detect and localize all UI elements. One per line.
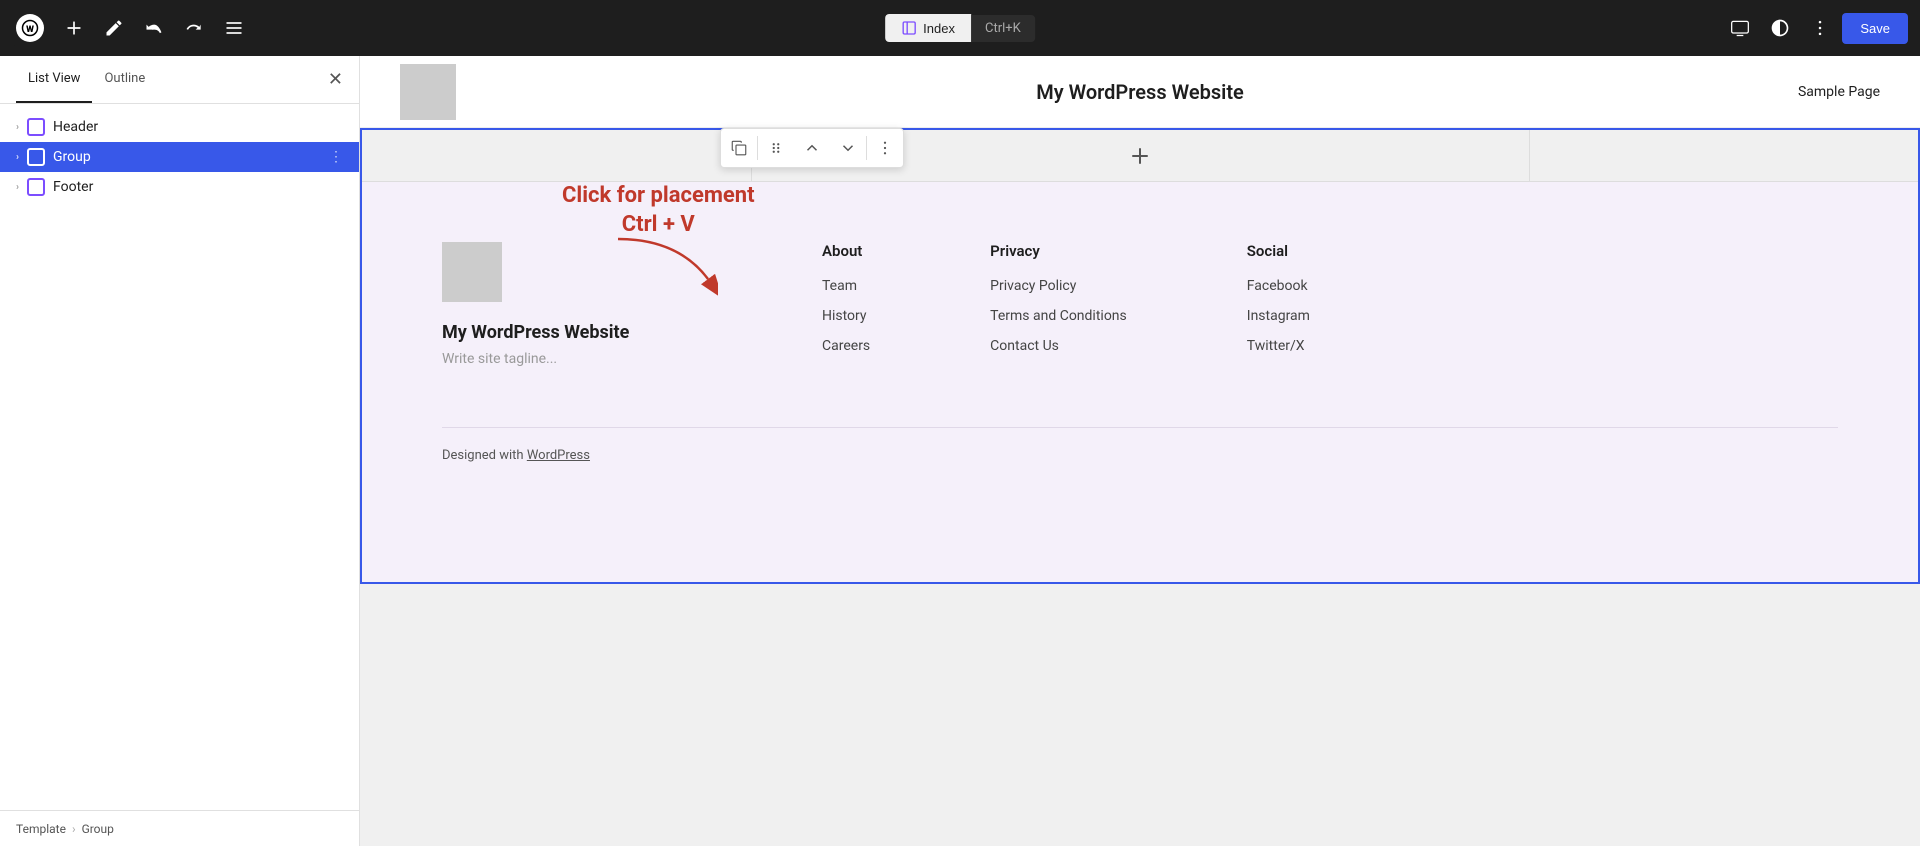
footer-nav-about-team[interactable]: Team xyxy=(822,278,870,294)
block-move-button[interactable] xyxy=(794,130,830,166)
footer-brand: My WordPress Website Write site tagline.… xyxy=(442,242,742,367)
index-label: Index xyxy=(923,21,955,36)
contrast-button[interactable] xyxy=(1762,10,1798,46)
add-block-row xyxy=(362,130,1918,182)
block-toolbar xyxy=(720,128,904,168)
website-sample-page: Sample Page xyxy=(1798,84,1880,100)
block-drag-handle[interactable] xyxy=(758,130,794,166)
options-button[interactable] xyxy=(1802,10,1838,46)
index-icon xyxy=(901,20,917,36)
block-duplicate-button[interactable] xyxy=(721,130,757,166)
sidebar-header: List View Outline ✕ xyxy=(0,56,359,104)
block-options-button[interactable] xyxy=(867,130,903,166)
list-view-button[interactable] xyxy=(216,10,252,46)
main-layout: List View Outline ✕ › Header › Group ⋮ xyxy=(0,56,1920,846)
website-title: My WordPress Website xyxy=(1036,80,1244,104)
breadcrumb-separator: › xyxy=(72,822,76,836)
breadcrumb-bar: Template › Group xyxy=(0,810,359,846)
wp-logo[interactable]: W xyxy=(12,10,48,46)
sidebar-close-button[interactable]: ✕ xyxy=(328,69,343,90)
add-block-col-right[interactable] xyxy=(1530,130,1919,181)
website-header-preview: My WordPress Website Sample Page xyxy=(360,56,1920,128)
footer-nav-about-careers[interactable]: Careers xyxy=(822,338,870,354)
undo-button[interactable] xyxy=(136,10,172,46)
add-block-button[interactable] xyxy=(56,10,92,46)
sidebar-item-group[interactable]: › Group ⋮ xyxy=(0,142,359,172)
shortcut-hint: Ctrl+K xyxy=(971,15,1035,42)
tab-list-view[interactable]: List View xyxy=(16,56,92,103)
footer-nav-privacy-policy[interactable]: Privacy Policy xyxy=(990,278,1127,294)
sidebar: List View Outline ✕ › Header › Group ⋮ xyxy=(0,56,360,846)
footer-nav-privacy-list: Privacy Policy Terms and Conditions Cont… xyxy=(990,278,1127,354)
footer-nav-social-list: Facebook Instagram Twitter/X xyxy=(1247,278,1310,354)
expand-icon-group: › xyxy=(16,152,19,163)
footer-nav-privacy-heading: Privacy xyxy=(990,242,1127,260)
footer-logo-placeholder xyxy=(442,242,502,302)
footer-nav-facebook[interactable]: Facebook xyxy=(1247,278,1310,294)
top-toolbar: W Index Ctrl+K xyxy=(0,0,1920,56)
toolbar-right: Save xyxy=(1722,10,1908,46)
group-more-icon[interactable]: ⋮ xyxy=(329,149,343,165)
footer-designed-with: Designed with xyxy=(442,448,524,463)
footer-nav-terms[interactable]: Terms and Conditions xyxy=(990,308,1127,324)
block-move-down-button[interactable] xyxy=(830,130,866,166)
redo-button[interactable] xyxy=(176,10,212,46)
group-block: Click for placement Ctrl + V xyxy=(360,128,1920,584)
wp-logo-icon: W xyxy=(16,14,44,42)
footer-nav-about-list: Team History Careers xyxy=(822,278,870,354)
footer-nav-columns: About Team History Careers Privacy Pr xyxy=(822,242,1838,367)
sidebar-item-header[interactable]: › Header xyxy=(0,112,359,142)
footer-nav-about-heading: About xyxy=(822,242,870,260)
footer-content: My WordPress Website Write site tagline.… xyxy=(362,182,1918,582)
toolbar-center: Index Ctrl+K xyxy=(885,14,1035,42)
tab-outline[interactable]: Outline xyxy=(92,56,157,103)
footer-nav-about-history[interactable]: History xyxy=(822,308,870,324)
save-button[interactable]: Save xyxy=(1842,13,1908,44)
expand-icon-footer: › xyxy=(16,182,19,193)
footer-block-icon xyxy=(27,178,45,196)
expand-icon: › xyxy=(16,122,19,133)
header-block-icon xyxy=(27,118,45,136)
footer-top: My WordPress Website Write site tagline.… xyxy=(442,242,1838,367)
footer-nav-social-heading: Social xyxy=(1247,242,1310,260)
index-button[interactable]: Index xyxy=(885,14,971,42)
group-block-icon xyxy=(27,148,45,166)
canvas-area: My WordPress Website Sample Page xyxy=(360,56,1920,846)
footer-nav-instagram[interactable]: Instagram xyxy=(1247,308,1310,324)
footer-wordpress-link[interactable]: WordPress xyxy=(527,448,590,463)
device-view-button[interactable] xyxy=(1722,10,1758,46)
breadcrumb-current: Group xyxy=(82,822,114,836)
website-logo-placeholder xyxy=(400,64,456,120)
footer-nav-privacy: Privacy Privacy Policy Terms and Conditi… xyxy=(990,242,1127,367)
sidebar-items: › Header › Group ⋮ › Footer xyxy=(0,104,359,810)
footer-nav-social: Social Facebook Instagram Twitter/X xyxy=(1247,242,1310,367)
footer-nav-contact[interactable]: Contact Us xyxy=(990,338,1127,354)
footer-bottom: Designed with WordPress xyxy=(442,427,1838,463)
sidebar-item-footer[interactable]: › Footer xyxy=(0,172,359,202)
footer-tagline: Write site tagline... xyxy=(442,351,742,367)
footer-nav-about: About Team History Careers xyxy=(822,242,870,367)
add-block-col-left[interactable] xyxy=(362,130,752,181)
edit-button[interactable] xyxy=(96,10,132,46)
svg-text:W: W xyxy=(26,25,34,35)
footer-nav-twitter[interactable]: Twitter/X xyxy=(1247,338,1310,354)
breadcrumb-template: Template xyxy=(16,822,66,836)
footer-site-name: My WordPress Website xyxy=(442,322,742,343)
